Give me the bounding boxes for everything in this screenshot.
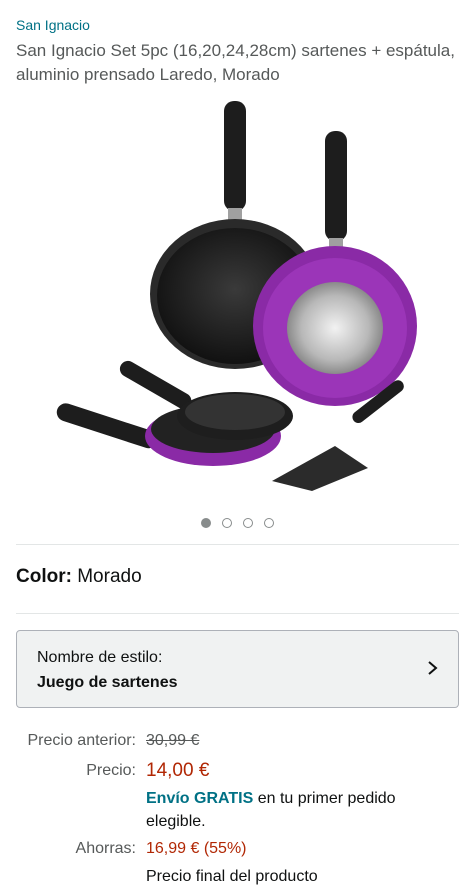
savings-label: Ahorras: [75,840,136,857]
chevron-right-icon [428,661,438,675]
color-selection: Color: Morado [16,566,142,588]
style-selector-button[interactable]: Nombre de estilo: Juego de sartenes [16,630,459,708]
frying-pan-set-image [56,101,417,491]
product-image[interactable] [50,96,430,506]
color-label: Color: [16,566,72,587]
final-price-note: Precio final del producto [146,868,318,885]
carousel-dot-1[interactable] [201,518,211,528]
free-shipping-link[interactable]: Envío GRATIS [146,790,253,807]
shipping-info: Envío GRATIS en tu primer pedido elegibl… [146,787,446,833]
savings-value: 16,99 € (55%) [146,840,247,857]
price-value: 14,00 € [146,760,210,781]
color-value: Morado [77,566,142,587]
product-title: San Ignacio Set 5pc (16,20,24,28cm) sart… [16,41,455,84]
style-value: Juego de sartenes [37,674,178,691]
carousel-dot-4[interactable] [264,518,274,528]
style-label: Nombre de estilo: [37,649,163,666]
carousel-dot-2[interactable] [222,518,232,528]
brand-link[interactable]: San Ignacio [16,17,90,33]
previous-price-value: 30,99 € [146,732,200,749]
previous-price-label: Precio anterior: [27,732,137,749]
carousel-dot-3[interactable] [243,518,253,528]
divider [16,613,459,614]
image-carousel-dots[interactable] [0,518,475,528]
divider [16,544,459,545]
price-label: Precio: [86,762,136,779]
